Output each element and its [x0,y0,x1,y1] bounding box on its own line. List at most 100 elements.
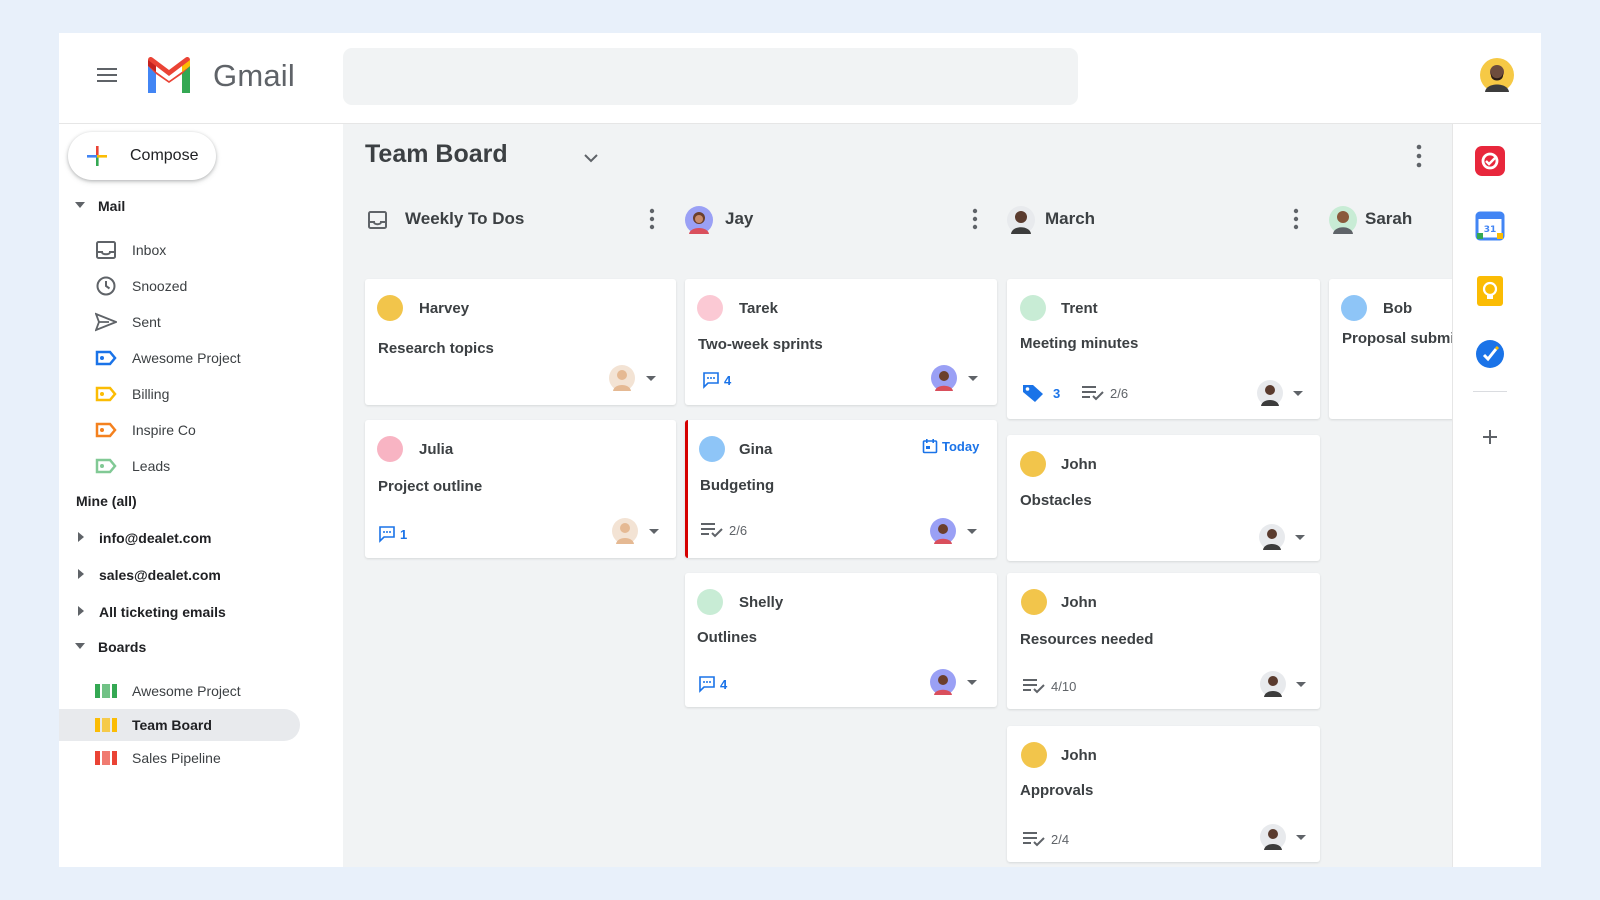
card-subject: Meeting minutes [1020,335,1139,352]
assignee-avatar[interactable] [931,365,957,391]
label-icon [95,422,117,438]
task-progress: 4/10 [1022,677,1076,695]
account-item-sales[interactable]: sales@dealet.com [76,560,336,588]
card-subject: Project outline [378,478,483,495]
side-panel-rail: 31 [1452,124,1541,867]
account-label: sales@dealet.com [99,567,221,583]
assignee-avatar[interactable] [1260,671,1286,697]
card-contact: Trent [1061,300,1098,317]
task-progress-value: 2/4 [1051,831,1070,847]
board-title: Team Board [365,140,508,168]
inbox-icon [96,241,116,259]
calendar-icon[interactable]: 31 [1475,211,1505,241]
card-subject: Proposal submi [1342,330,1452,347]
tasks-icon[interactable] [1475,339,1505,369]
sidebar-item-snoozed[interactable]: Snoozed [59,270,343,302]
account-item-info[interactable]: info@dealet.com [76,523,336,551]
card[interactable]: John Approvals 2/4 [1007,726,1320,862]
contact-dot [1020,451,1046,477]
search-input[interactable] [343,48,1078,105]
boards-section-toggle[interactable]: Boards [73,632,333,660]
assignee-avatar[interactable] [930,669,956,695]
card[interactable]: John Resources needed 4/10 [1007,573,1320,709]
assignee-avatar[interactable] [609,365,635,391]
column-title: Weekly To Dos [405,209,525,228]
sidebar-item-board-awesome-project[interactable]: Awesome Project [59,675,343,707]
contact-dot [697,589,723,615]
assignee-avatar[interactable] [1260,824,1286,850]
mine-all-section[interactable]: Mine (all) [76,486,336,514]
contact-dot [1020,295,1046,321]
dealet-app-icon[interactable] [1475,146,1505,176]
comment-count-value: 1 [400,526,408,542]
caret-down-icon[interactable] [1296,682,1306,687]
assignee-avatar[interactable] [1257,380,1283,406]
avatar [685,206,713,234]
card-contact: Julia [419,441,454,458]
caret-down-icon[interactable] [646,376,656,381]
column-more-icon[interactable] [645,206,659,232]
board-icon [95,751,117,765]
caret-right-icon [78,606,84,616]
assignee-avatar[interactable] [612,518,638,544]
card[interactable]: John Obstacles [1007,435,1320,561]
compose-button[interactable]: Compose [68,132,216,180]
chevron-down-icon[interactable] [581,148,601,168]
sidebar-item-board-team-board[interactable]: Team Board [59,709,300,741]
caret-down-icon[interactable] [649,529,659,534]
gmail-logo-icon [148,57,190,93]
comment-count: 1 [378,525,407,543]
sidebar-item-sent[interactable]: Sent [59,306,343,338]
card-contact: Bob [1383,300,1413,317]
caret-down-icon[interactable] [1295,535,1305,540]
card[interactable]: Shelly Outlines 4 [685,573,997,707]
sidebar-item-label: Billing [132,386,170,402]
keep-lightbulb-icon[interactable] [1475,276,1505,306]
sidebar-item-label: Leads [132,458,171,474]
comment-icon [699,676,715,693]
sidebar-item-inspire-co[interactable]: Inspire Co [59,414,343,446]
caret-down-icon[interactable] [1296,835,1306,840]
column-title: Sarah [1365,209,1413,228]
card-subject: Obstacles [1020,492,1092,509]
sidebar-item-leads[interactable]: Leads [59,450,343,482]
main-menu-icon[interactable] [93,63,121,87]
board-area: Team Board Weekly To Dos Jay March Sarah [343,124,1452,867]
profile-avatar[interactable] [1480,58,1514,92]
card-subject: Budgeting [700,477,775,494]
card-contact: John [1061,747,1097,764]
card[interactable]: Julia Project outline 1 [365,420,676,558]
sidebar-item-inbox[interactable]: Inbox [59,234,343,266]
sidebar-item-board-sales-pipeline[interactable]: Sales Pipeline [59,742,343,774]
label-icon [95,350,117,366]
caret-down-icon[interactable] [968,376,978,381]
caret-down-icon[interactable] [1293,391,1303,396]
mail-section-toggle[interactable]: Mail [73,191,333,219]
column-more-icon[interactable] [1289,206,1303,232]
sidebar-item-label: Team Board [132,717,212,733]
board-more-icon[interactable] [1411,142,1427,170]
sidebar-item-awesome-project-label[interactable]: Awesome Project [59,342,343,374]
card[interactable]: Gina Today Budgeting 2/6 [685,420,997,558]
sidebar-item-label: Sent [132,314,161,330]
caret-down-icon[interactable] [967,529,977,534]
assignee-avatar[interactable] [1259,524,1285,550]
card[interactable]: Trent Meeting minutes 3 2/6 [1007,279,1320,419]
checklist-icon [1082,386,1104,401]
comment-count: 4 [698,675,727,693]
card[interactable]: Tarek Two-week sprints 4 [685,279,997,405]
task-progress-value: 2/6 [729,522,748,538]
comment-icon [703,372,719,389]
board-icon [95,684,117,698]
card[interactable]: Bob Proposal submi [1329,279,1452,419]
assignee-avatar[interactable] [930,518,956,544]
calendar-icon [922,439,938,454]
mine-section-label: Mine (all) [76,493,137,509]
account-item-ticketing[interactable]: All ticketing emails [76,597,336,625]
card[interactable]: Harvey Research topics [365,279,676,405]
add-addon-icon[interactable] [1475,422,1505,452]
caret-down-icon[interactable] [967,680,977,685]
task-progress-value: 2/6 [1110,385,1129,401]
column-more-icon[interactable] [968,206,982,232]
sidebar-item-billing[interactable]: Billing [59,378,343,410]
